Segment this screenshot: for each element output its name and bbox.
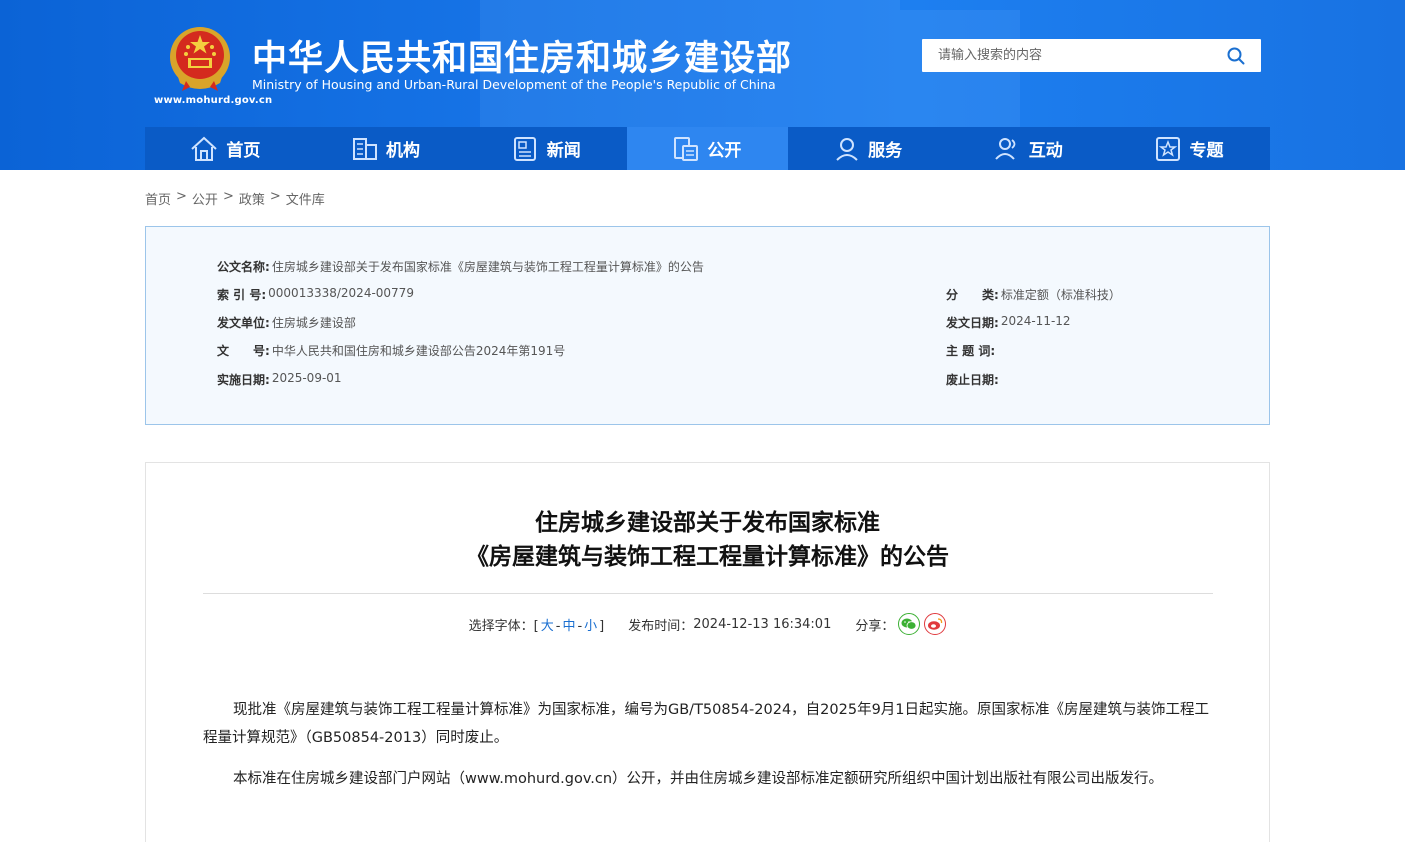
- info-doc-number-row: 文 号: 中华人民共和国住房和城乡建设部公告2024年第191号: [217, 342, 565, 359]
- info-title-value: 住房城乡建设部关于发布国家标准《房屋建筑与装饰工程工程量计算标准》的公告: [271, 260, 704, 274]
- national-emblem-logo[interactable]: [168, 25, 232, 93]
- info-effective-value: 2025-09-01: [271, 371, 342, 385]
- article-title-line2: 《房屋建筑与装饰工程工程量计算标准》的公告: [466, 544, 949, 570]
- breadcrumb-home[interactable]: 首页: [145, 189, 171, 208]
- info-category-value: 标准定额（标准科技）: [1000, 288, 1121, 302]
- nav-item-news[interactable]: 新闻: [466, 127, 627, 170]
- site-domain: www.mohurd.gov.cn: [154, 95, 273, 106]
- breadcrumb-separator: >: [269, 189, 281, 204]
- font-size-medium-link[interactable]: 中: [562, 619, 575, 634]
- info-issue-date-value: 2024-11-12: [1000, 314, 1071, 328]
- building-icon: [353, 137, 378, 160]
- article-meta: 选择字体：[大 - 中 - 小] 发布时间： 2024-12-13 16:34:01 分…: [146, 613, 1269, 635]
- info-doc-number-label: 文 号:: [217, 344, 270, 358]
- nav-item-label: 专题: [1189, 141, 1224, 161]
- search-input[interactable]: [922, 39, 1212, 72]
- site-subtitle: Ministry of Housing and Urban-Rural Deve…: [252, 77, 776, 92]
- nav-item-service[interactable]: 服务: [788, 127, 949, 170]
- font-size-bracket: ]: [599, 618, 605, 634]
- info-category-label: 分 类:: [946, 288, 999, 302]
- info-category-row: 分 类: 标准定额（标准科技）: [946, 286, 1121, 303]
- info-title-label: 公文名称:: [217, 260, 270, 274]
- nav-item-label: 新闻: [546, 141, 581, 161]
- main-nav: 首页 机构 新闻 公开 服务 互动 专题: [145, 127, 1270, 170]
- article-container: 住房城乡建设部关于发布国家标准 《房屋建筑与装饰工程工程量计算标准》的公告 选择…: [145, 462, 1270, 842]
- article-paragraph: 现批准《房屋建筑与装饰工程工程量计算标准》为国家标准，编号为GB/T50854-…: [203, 702, 1210, 746]
- info-issuer-value: 住房城乡建设部: [271, 316, 356, 330]
- nav-item-topic[interactable]: 专题: [1109, 127, 1270, 170]
- document-info-panel: 公文名称: 住房城乡建设部关于发布国家标准《房屋建筑与装饰工程工程量计算标准》的…: [145, 226, 1270, 425]
- publish-time-label: 发布时间：: [628, 618, 694, 634]
- nav-item-label: 互动: [1028, 141, 1063, 161]
- nav-item-label: 首页: [226, 141, 261, 161]
- info-subject-row: 主 题 词:: [946, 342, 997, 359]
- info-index-row: 索 引 号: 000013338/2024-00779: [217, 286, 414, 303]
- info-issue-date-label: 发文日期:: [946, 316, 999, 330]
- site-title[interactable]: 中华人民共和国住房和城乡建设部: [252, 30, 792, 81]
- home-icon: [191, 136, 218, 161]
- info-expiry-row: 废止日期:: [946, 371, 1001, 388]
- article-paragraph: 本标准在住房城乡建设部门户网站（www.mohurd.gov.cn）公开，并由住…: [233, 771, 1164, 787]
- info-index-value: 000013338/2024-00779: [268, 286, 414, 300]
- info-issuer-label: 发文单位:: [217, 316, 270, 330]
- service-icon: [836, 137, 858, 161]
- font-size-separator: -: [577, 618, 583, 634]
- info-title-row: 公文名称: 住房城乡建设部关于发布国家标准《房屋建筑与装饰工程工程量计算标准》的…: [217, 258, 704, 275]
- news-icon: [513, 136, 536, 161]
- nav-item-public[interactable]: 公开: [627, 127, 788, 170]
- wechat-share-icon[interactable]: [898, 613, 921, 635]
- info-index-label: 索 引 号:: [217, 288, 267, 302]
- breadcrumb: 首页 > 公开 > 政策 > 文件库: [145, 189, 325, 208]
- font-size-separator: -: [555, 618, 561, 634]
- search-box: [922, 39, 1261, 72]
- info-issuer-row: 发文单位: 住房城乡建设部: [217, 314, 356, 331]
- search-button[interactable]: [1211, 39, 1261, 72]
- title-divider: [203, 593, 1213, 594]
- search-icon: [1227, 47, 1245, 64]
- info-issue-date-row: 发文日期: 2024-11-12: [946, 314, 1071, 331]
- nav-item-organization[interactable]: 机构: [306, 127, 467, 170]
- nav-item-interaction[interactable]: 互动: [948, 127, 1109, 170]
- nav-item-label: 公开: [707, 141, 742, 161]
- breadcrumb-separator: >: [222, 189, 234, 204]
- info-doc-number-value: 中华人民共和国住房和城乡建设部公告2024年第191号: [271, 344, 566, 358]
- document-icon: [674, 136, 699, 161]
- nav-item-home[interactable]: 首页: [145, 127, 306, 170]
- weibo-share-icon[interactable]: [924, 613, 947, 635]
- nav-item-label: 机构: [386, 141, 421, 161]
- breadcrumb-library[interactable]: 文件库: [286, 189, 325, 208]
- font-size-large-link[interactable]: 大: [541, 619, 554, 634]
- font-size-label: 选择字体：[: [468, 618, 539, 634]
- breadcrumb-policy[interactable]: 政策: [239, 189, 265, 208]
- info-subject-label: 主 题 词:: [946, 344, 996, 358]
- nav-item-label: 服务: [868, 141, 903, 161]
- article-title-line1: 住房城乡建设部关于发布国家标准: [535, 510, 880, 536]
- interaction-icon: [995, 137, 1016, 160]
- topic-icon: [1156, 136, 1181, 161]
- share-label: 分享：: [855, 618, 895, 634]
- publish-time-value: 2024-12-13 16:34:01: [693, 616, 832, 632]
- info-expiry-label: 废止日期:: [946, 373, 999, 387]
- info-effective-label: 实施日期:: [217, 373, 270, 387]
- font-size-small-link[interactable]: 小: [584, 619, 597, 634]
- font-size-selector: 选择字体：[大 - 中 - 小]: [469, 615, 605, 634]
- info-effective-row: 实施日期: 2025-09-01: [217, 371, 342, 388]
- breadcrumb-public[interactable]: 公开: [192, 189, 218, 208]
- breadcrumb-separator: >: [176, 189, 187, 204]
